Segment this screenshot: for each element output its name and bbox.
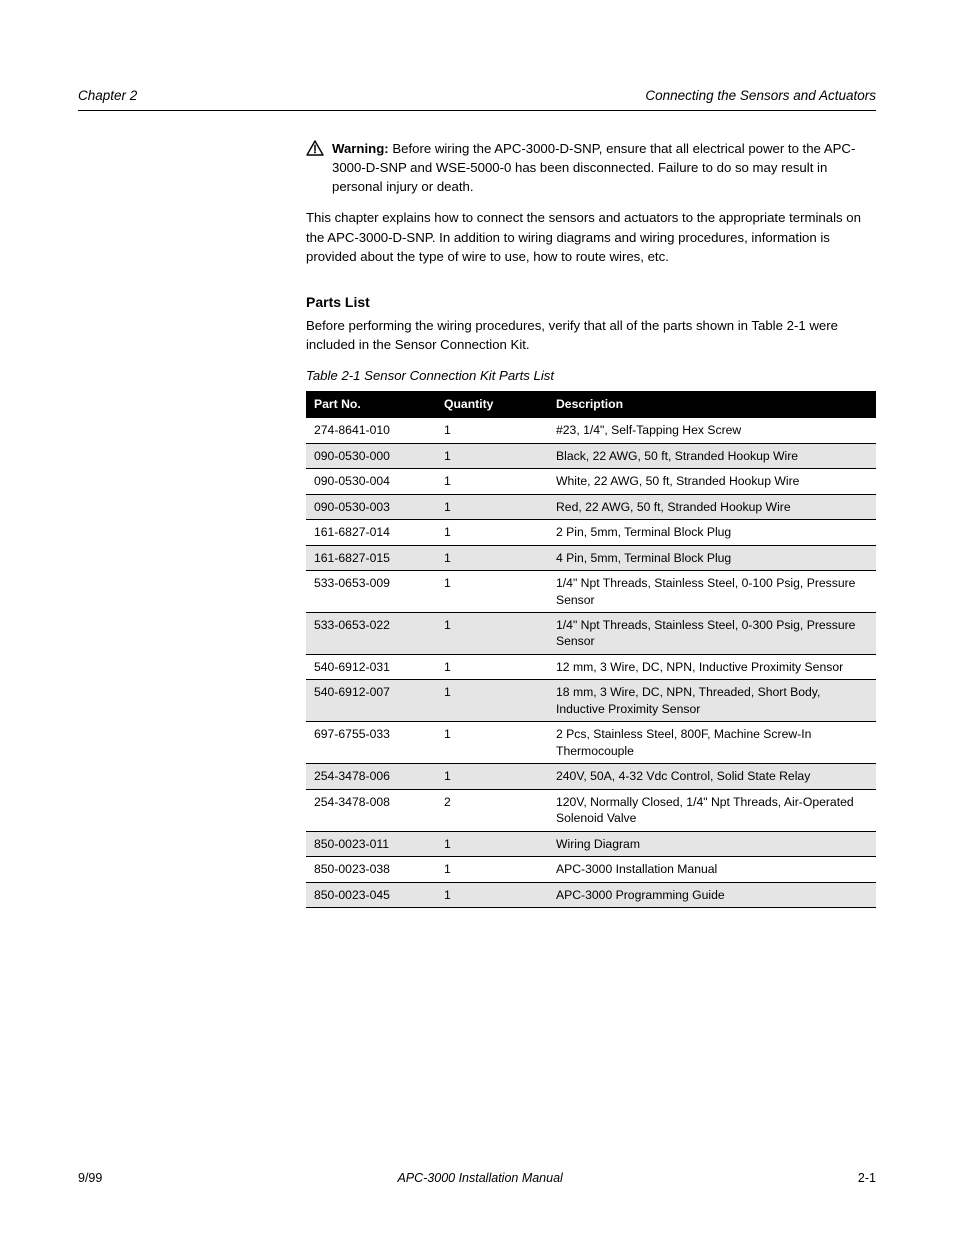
cell-quantity: 1	[436, 469, 548, 494]
parts-table: Part No. Quantity Description 274-8641-0…	[306, 391, 876, 908]
cell-quantity: 1	[436, 654, 548, 679]
cell-part-no: 161-6827-014	[306, 520, 436, 545]
cell-description: 1/4" Npt Threads, Stainless Steel, 0-100…	[548, 571, 876, 613]
cell-description: Red, 22 AWG, 50 ft, Stranded Hookup Wire	[548, 494, 876, 519]
cell-quantity: 1	[436, 882, 548, 907]
cell-description: APC-3000 Programming Guide	[548, 882, 876, 907]
cell-description: 12 mm, 3 Wire, DC, NPN, Inductive Proxim…	[548, 654, 876, 679]
col-quantity: Quantity	[436, 391, 548, 418]
cell-quantity: 1	[436, 857, 548, 882]
footer-page-number: 2-1	[858, 1171, 876, 1185]
cell-quantity: 1	[436, 613, 548, 655]
table-header-row: Part No. Quantity Description	[306, 391, 876, 418]
cell-part-no: 850-0023-011	[306, 831, 436, 856]
cell-quantity: 1	[436, 831, 548, 856]
col-description: Description	[548, 391, 876, 418]
cell-part-no: 533-0653-022	[306, 613, 436, 655]
cell-description: 2 Pin, 5mm, Terminal Block Plug	[548, 520, 876, 545]
table-row: 090-0530-0031Red, 22 AWG, 50 ft, Strande…	[306, 494, 876, 519]
cell-quantity: 1	[436, 545, 548, 570]
table-row: 161-6827-01514 Pin, 5mm, Terminal Block …	[306, 545, 876, 570]
cell-quantity: 1	[436, 520, 548, 545]
cell-part-no: 850-0023-045	[306, 882, 436, 907]
warning-label: Warning:	[332, 141, 389, 156]
table-row: 090-0530-0041White, 22 AWG, 50 ft, Stran…	[306, 469, 876, 494]
cell-part-no: 254-3478-008	[306, 789, 436, 831]
table-row: 254-3478-0061240V, 50A, 4-32 Vdc Control…	[306, 764, 876, 789]
page-footer: 9/99 APC-3000 Installation Manual 2-1	[78, 1171, 876, 1185]
table-row: 090-0530-0001Black, 22 AWG, 50 ft, Stran…	[306, 443, 876, 468]
cell-quantity: 1	[436, 680, 548, 722]
cell-part-no: 697-6755-033	[306, 722, 436, 764]
cell-part-no: 161-6827-015	[306, 545, 436, 570]
cell-description: Wiring Diagram	[548, 831, 876, 856]
warning-body: Before wiring the APC-3000-D-SNP, ensure…	[332, 141, 855, 194]
cell-part-no: 850-0023-038	[306, 857, 436, 882]
cell-part-no: 533-0653-009	[306, 571, 436, 613]
warning-icon	[306, 140, 324, 161]
parts-list-heading: Parts List	[306, 294, 876, 310]
cell-description: White, 22 AWG, 50 ft, Stranded Hookup Wi…	[548, 469, 876, 494]
table-row: 850-0023-0451APC-3000 Programming Guide	[306, 882, 876, 907]
table-row: 533-0653-02211/4" Npt Threads, Stainless…	[306, 613, 876, 655]
cell-description: APC-3000 Installation Manual	[548, 857, 876, 882]
cell-part-no: 274-8641-010	[306, 418, 436, 443]
cell-description: #23, 1/4", Self-Tapping Hex Screw	[548, 418, 876, 443]
table-row: 274-8641-0101#23, 1/4", Self-Tapping Hex…	[306, 418, 876, 443]
header-title: Connecting the Sensors and Actuators	[645, 88, 876, 103]
cell-quantity: 1	[436, 571, 548, 613]
cell-part-no: 090-0530-003	[306, 494, 436, 519]
cell-part-no: 540-6912-007	[306, 680, 436, 722]
cell-quantity: 1	[436, 418, 548, 443]
overview-paragraph: This chapter explains how to connect the…	[306, 208, 876, 265]
footer-manual-title: APC-3000 Installation Manual	[397, 1171, 562, 1185]
footer-date: 9/99	[78, 1171, 102, 1185]
header-chapter: Chapter 2	[78, 88, 137, 103]
table-row: 697-6755-03312 Pcs, Stainless Steel, 800…	[306, 722, 876, 764]
cell-description: 18 mm, 3 Wire, DC, NPN, Threaded, Short …	[548, 680, 876, 722]
cell-part-no: 540-6912-031	[306, 654, 436, 679]
cell-part-no: 090-0530-000	[306, 443, 436, 468]
table-row: 850-0023-0381APC-3000 Installation Manua…	[306, 857, 876, 882]
table-row: 850-0023-0111Wiring Diagram	[306, 831, 876, 856]
cell-description: 120V, Normally Closed, 1/4" Npt Threads,…	[548, 789, 876, 831]
cell-quantity: 1	[436, 722, 548, 764]
table-row: 533-0653-00911/4" Npt Threads, Stainless…	[306, 571, 876, 613]
table-caption: Table 2-1 Sensor Connection Kit Parts Li…	[306, 366, 876, 385]
cell-part-no: 090-0530-004	[306, 469, 436, 494]
header-divider	[78, 110, 876, 111]
table-row: 540-6912-031112 mm, 3 Wire, DC, NPN, Ind…	[306, 654, 876, 679]
table-row: 161-6827-01412 Pin, 5mm, Terminal Block …	[306, 520, 876, 545]
cell-quantity: 1	[436, 443, 548, 468]
warning-text-block: Warning: Before wiring the APC-3000-D-SN…	[332, 139, 876, 196]
cell-description: 4 Pin, 5mm, Terminal Block Plug	[548, 545, 876, 570]
cell-part-no: 254-3478-006	[306, 764, 436, 789]
cell-description: Black, 22 AWG, 50 ft, Stranded Hookup Wi…	[548, 443, 876, 468]
cell-quantity: 1	[436, 764, 548, 789]
table-row: 254-3478-0082120V, Normally Closed, 1/4"…	[306, 789, 876, 831]
cell-quantity: 1	[436, 494, 548, 519]
cell-description: 240V, 50A, 4-32 Vdc Control, Solid State…	[548, 764, 876, 789]
table-row: 540-6912-007118 mm, 3 Wire, DC, NPN, Thr…	[306, 680, 876, 722]
cell-quantity: 2	[436, 789, 548, 831]
cell-description: 1/4" Npt Threads, Stainless Steel, 0-300…	[548, 613, 876, 655]
parts-list-intro: Before performing the wiring procedures,…	[306, 316, 876, 354]
col-part-no: Part No.	[306, 391, 436, 418]
cell-description: 2 Pcs, Stainless Steel, 800F, Machine Sc…	[548, 722, 876, 764]
